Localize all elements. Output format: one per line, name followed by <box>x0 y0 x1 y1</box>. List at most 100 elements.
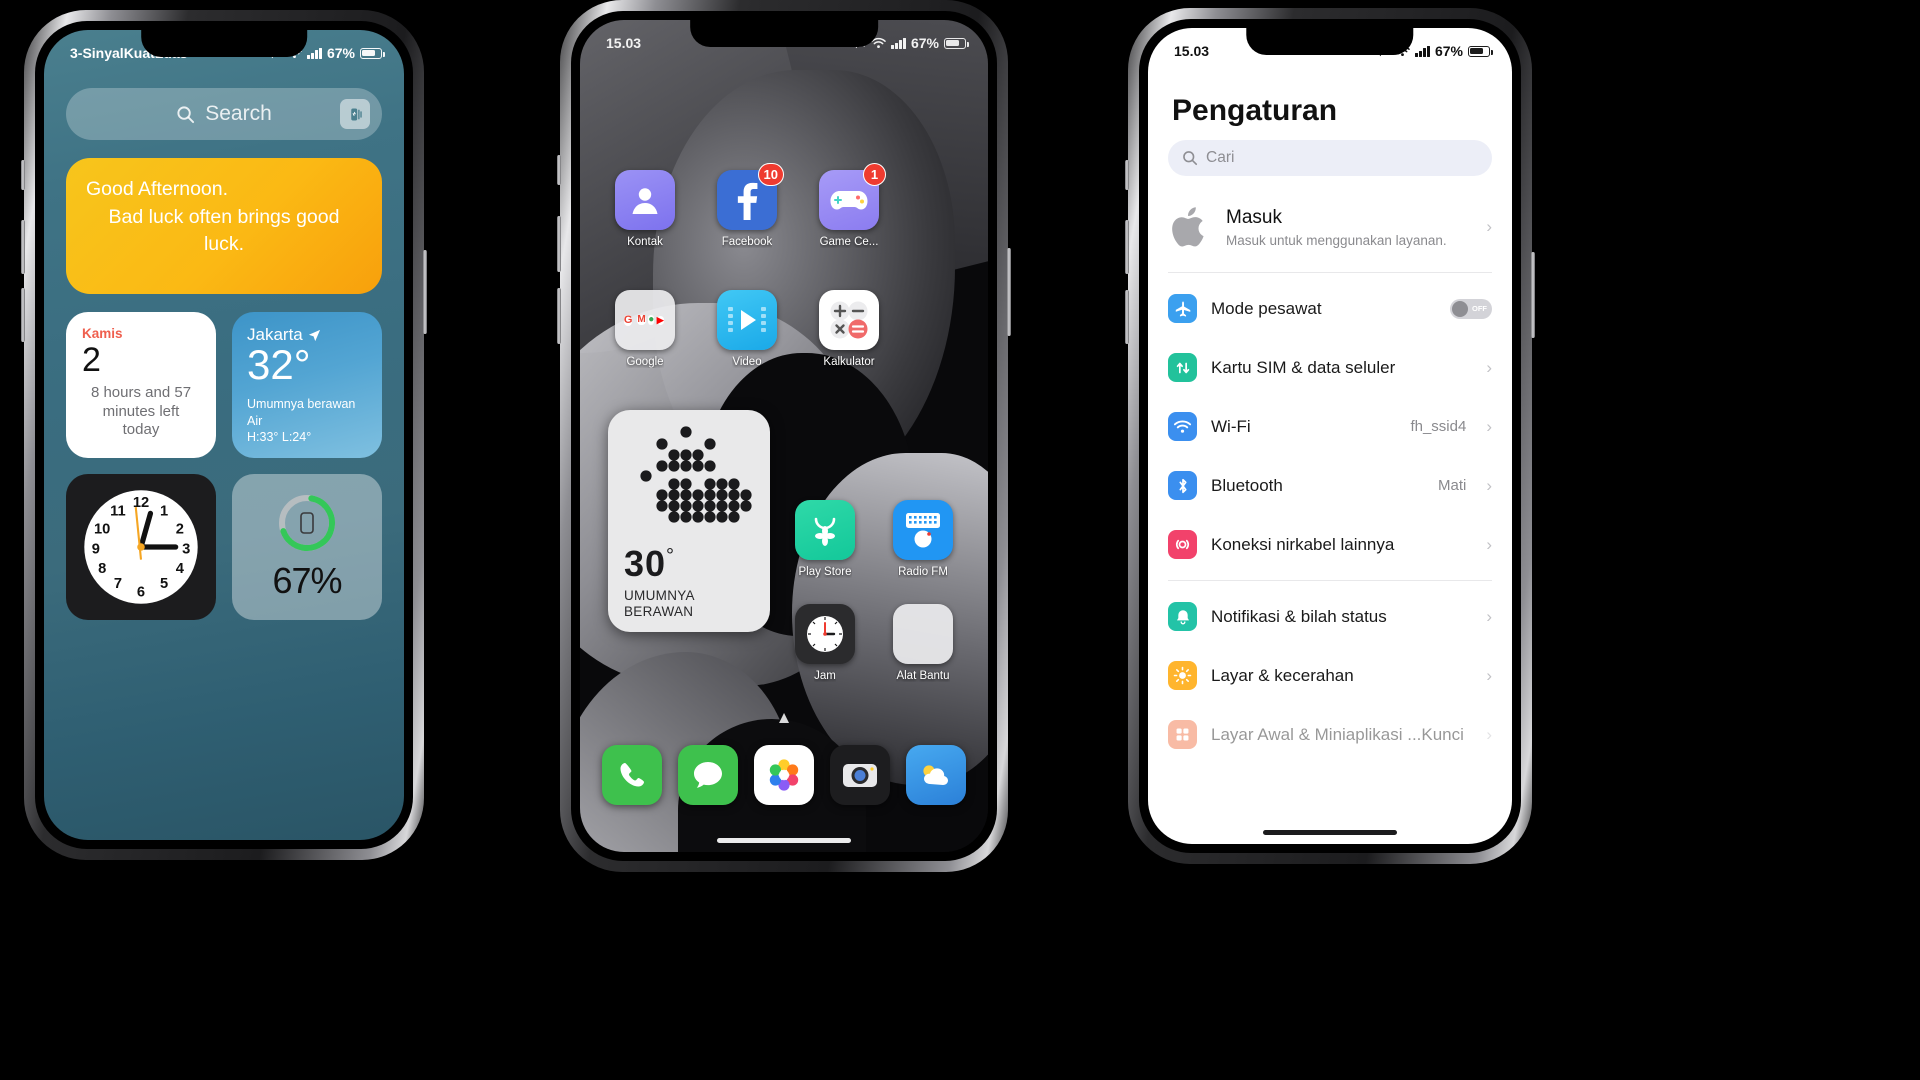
svg-text:2: 2 <box>176 521 184 537</box>
search-placeholder: Cari <box>1206 149 1235 166</box>
mute-switch[interactable] <box>557 155 561 185</box>
battery-icon <box>944 37 969 49</box>
calendar-widget[interactable]: Kamis 2 8 hours and 57 minutes left toda… <box>66 312 216 458</box>
notifications-icon <box>1168 602 1197 631</box>
app-label: Game Ce... <box>819 236 879 248</box>
app-alat-bantu-folder[interactable]: Alat Bantu <box>884 604 962 682</box>
app-google-folder[interactable]: G M ● ▶ Google <box>606 290 684 368</box>
three-phone-mockup: 3-SinyalKuatLuas 67% Search Good Afterno… <box>0 0 1920 1080</box>
row-label: Layar & kecerahan <box>1211 665 1354 685</box>
chevron-right-icon: › <box>1486 724 1492 744</box>
volume-down-button[interactable] <box>557 288 561 344</box>
settings-row-sim-data[interactable]: Kartu SIM & data seluler › <box>1148 338 1512 397</box>
voice-search-icon[interactable] <box>340 99 370 129</box>
svg-text:8: 8 <box>98 561 106 577</box>
app-label: Google <box>626 356 664 368</box>
search-icon <box>177 105 195 123</box>
row-value: fh_ssid4 <box>1410 418 1467 435</box>
app-label: Facebook <box>721 236 773 248</box>
settings-row-wifi[interactable]: Wi-Fi fh_ssid4 › <box>1148 397 1512 456</box>
app-kontak[interactable]: Kontak <box>606 170 684 248</box>
quote-line-2: Bad luck often brings good luck. <box>108 205 340 256</box>
mute-switch[interactable] <box>21 160 25 190</box>
chevron-up-icon[interactable]: ▲ <box>776 708 793 728</box>
power-button[interactable] <box>1007 248 1011 336</box>
volume-down-button[interactable] <box>21 288 25 342</box>
home-indicator[interactable] <box>717 838 851 843</box>
sim-data-icon <box>1168 353 1197 382</box>
photos-icon[interactable] <box>754 745 814 805</box>
power-button[interactable] <box>423 250 427 334</box>
badge-count: 1 <box>863 163 886 186</box>
svg-text:10: 10 <box>94 521 110 537</box>
settings-list[interactable]: Masuk Masuk untuk menggunakan layanan. ›… <box>1148 190 1512 844</box>
clock-label: 15.03 <box>606 35 642 51</box>
settings-row-notifications[interactable]: Notifikasi & bilah status › <box>1148 587 1512 646</box>
svg-text:7: 7 <box>114 576 122 592</box>
app-play-store[interactable]: Play Store <box>786 500 864 578</box>
settings-row-bluetooth[interactable]: Bluetooth Mati › <box>1148 456 1512 515</box>
power-button[interactable] <box>1531 252 1535 338</box>
app-label: Jam <box>814 670 836 682</box>
dot-weather-degree: ° <box>666 545 675 567</box>
account-row[interactable]: Masuk Masuk untuk menggunakan layanan. › <box>1148 190 1512 266</box>
battery-widget-percent: 67% <box>272 560 342 601</box>
settings-row-airplane-mode[interactable]: Mode pesawat OFF <box>1148 279 1512 338</box>
app-jam[interactable]: Jam <box>786 604 864 682</box>
search-bar[interactable]: Search <box>66 88 382 140</box>
toggle-label: OFF <box>1472 304 1487 313</box>
app-game-center[interactable]: 1 Game Ce... <box>810 163 888 248</box>
weather-description: Umumnya berawan Air <box>247 397 356 428</box>
brightness-icon <box>1168 661 1197 690</box>
phone-icon[interactable] <box>602 745 662 805</box>
app-kalkulator[interactable]: Kalkulator <box>810 290 888 368</box>
volume-up-button[interactable] <box>21 220 25 274</box>
weather-widget[interactable]: Jakarta 32° Umumnya berawan Air H:33° L:… <box>232 312 382 458</box>
tools-folder-icon <box>893 604 953 664</box>
settings-row-homescreen-cut-off[interactable]: Layar Awal & Miniaplikasi ...Kunci › <box>1148 705 1512 764</box>
clock-widget[interactable]: 12 1 2 345 678 9 10 11 <box>66 474 216 620</box>
volume-up-button[interactable] <box>1125 220 1129 274</box>
signal-bars-icon <box>891 37 906 49</box>
app-label: Play Store <box>798 566 852 578</box>
app-radio-fm[interactable]: Radio FM <box>884 500 962 578</box>
location-arrow-icon <box>308 329 320 341</box>
weather-icon[interactable] <box>906 745 966 805</box>
weather-temperature: 32° <box>247 341 311 388</box>
app-label: Kontak <box>627 236 663 248</box>
app-video[interactable]: Video <box>708 290 786 368</box>
airplane-icon <box>1168 294 1197 323</box>
volume-down-button[interactable] <box>1125 290 1129 344</box>
calendar-remaining-text: 8 hours and 57 minutes left today <box>90 383 192 439</box>
home-indicator[interactable] <box>1263 830 1397 835</box>
app-row-3: Play Store Radio FM <box>786 500 962 578</box>
svg-text:6: 6 <box>137 584 145 600</box>
app-facebook[interactable]: 10 Facebook <box>708 163 786 248</box>
settings-row-other-wireless[interactable]: Koneksi nirkabel lainnya › <box>1148 515 1512 574</box>
search-input[interactable]: Cari <box>1168 140 1492 176</box>
wifi-icon <box>1168 412 1197 441</box>
mute-switch[interactable] <box>1125 160 1129 190</box>
quote-widget[interactable]: Good Afternoon. Bad luck often brings go… <box>66 158 382 294</box>
page-title: Pengaturan <box>1172 94 1338 127</box>
google-folder-icon: G M ● ▶ <box>615 290 675 350</box>
row-label: Koneksi nirkabel lainnya <box>1211 534 1395 554</box>
messages-icon[interactable] <box>678 745 738 805</box>
app-label: Radio FM <box>898 566 948 578</box>
battery-percent-label: 67% <box>910 35 939 51</box>
airplane-mode-toggle[interactable]: OFF <box>1450 298 1492 319</box>
volume-up-button[interactable] <box>557 216 561 272</box>
settings-row-display-brightness[interactable]: Layar & kecerahan › <box>1148 646 1512 705</box>
dot-matrix-weather-widget[interactable]: 30 ° UMUMNYA BERAWAN <box>608 410 770 632</box>
row-label: Bluetooth <box>1211 475 1283 495</box>
battery-widget[interactable]: 67% <box>232 474 382 620</box>
apple-logo-icon <box>1172 207 1204 247</box>
play-store-icon <box>795 500 855 560</box>
calendar-day-of-week: Kamis <box>82 326 123 341</box>
app-label: Kalkulator <box>823 356 875 368</box>
game-center-icon: 1 <box>819 163 886 230</box>
app-label: Alat Bantu <box>896 670 950 682</box>
camera-icon[interactable] <box>830 745 890 805</box>
app-row-2: G M ● ▶ Google Video Kalkulator <box>606 290 888 368</box>
notch <box>141 30 307 57</box>
